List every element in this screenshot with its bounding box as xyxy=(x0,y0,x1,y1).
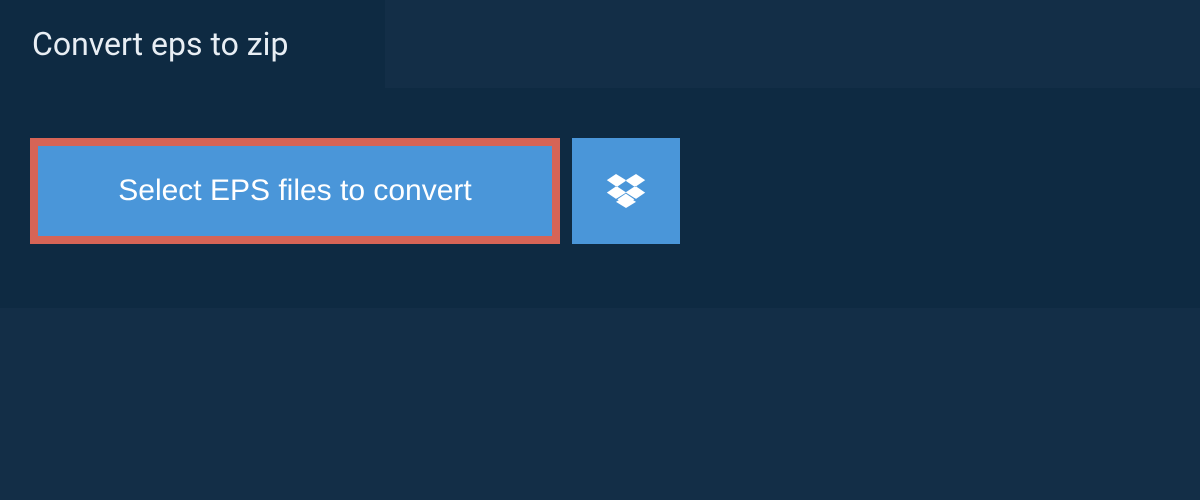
bottom-area xyxy=(0,308,1200,500)
tab-convert-eps-zip[interactable]: Convert eps to zip xyxy=(0,0,385,88)
button-row: Select EPS files to convert xyxy=(30,138,1170,244)
main-panel: Select EPS files to convert xyxy=(0,88,1200,294)
select-files-button[interactable]: Select EPS files to convert xyxy=(30,138,560,244)
select-files-label: Select EPS files to convert xyxy=(118,174,472,208)
dropbox-icon xyxy=(606,171,646,211)
tab-label: Convert eps to zip xyxy=(32,25,288,63)
dropbox-button[interactable] xyxy=(572,138,680,244)
tab-bar: Convert eps to zip xyxy=(0,0,1200,88)
